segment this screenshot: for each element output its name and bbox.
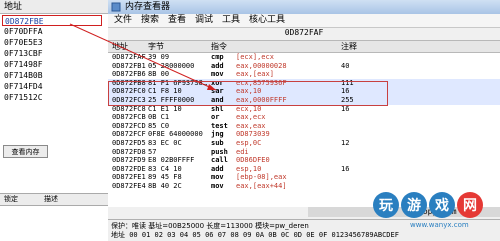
- watermark-url: www.wanyx.com: [410, 221, 469, 229]
- watermark-graphic: 玩 游 戏 网: [373, 192, 483, 218]
- svg-text:游: 游: [407, 197, 421, 214]
- watermark-logo: 玩 游 戏 网 www.wanyx.com: [370, 188, 500, 234]
- svg-text:戏: 戏: [434, 197, 449, 214]
- svg-text:网: 网: [463, 198, 477, 214]
- svg-text:玩: 玩: [379, 198, 393, 214]
